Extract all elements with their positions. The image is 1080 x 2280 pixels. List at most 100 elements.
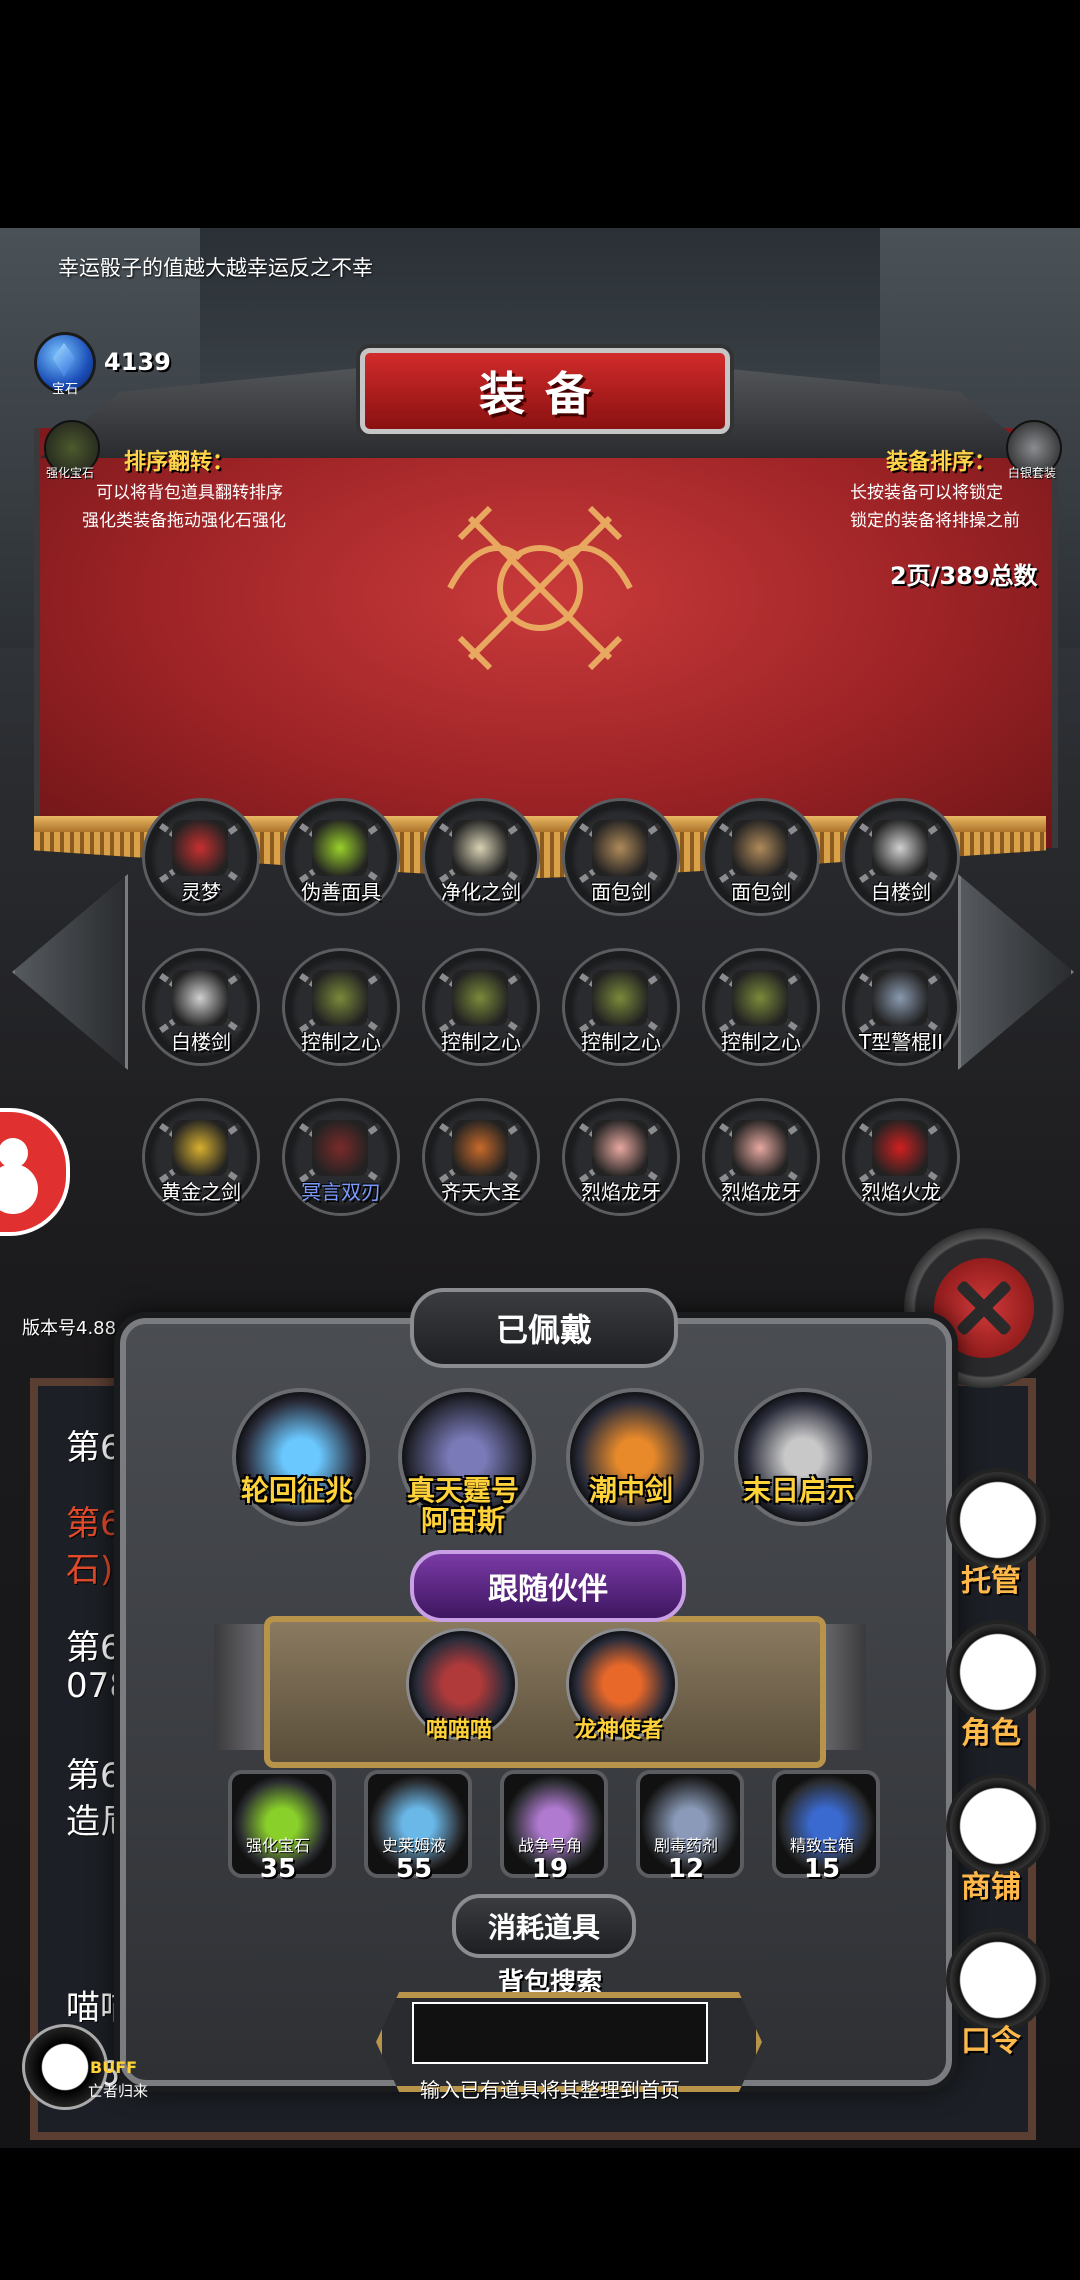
item-label: 齐天大圣 [441,1180,521,1204]
consumable-name: 史莱姆液 [381,1836,446,1855]
equipped-title: 已佩戴 [410,1288,678,1368]
item-icon [592,1120,648,1176]
inventory-slot[interactable]: 白楼剑 [142,948,260,1066]
side-button-label: 商铺 [961,1870,1021,1905]
item-icon [732,1120,788,1176]
inventory-slot[interactable]: 控制之心 [282,948,400,1066]
title-plate: 装备 [360,348,730,434]
item-label: 伪善面具 [301,880,381,904]
equipped-item-label: 末日启示 [742,1474,855,1507]
item-label: 面包剑 [591,880,651,904]
inventory-slot[interactable]: T型警棍II [842,948,960,1066]
consumable-count: 19 [531,1854,569,1884]
item-label: 白楼剑 [171,1030,231,1054]
item-label: 灵梦 [181,880,221,904]
item-label: 白楼剑 [871,880,931,904]
inventory-slot[interactable]: 面包剑 [702,798,820,916]
item-label: 黄金之剑 [161,1180,241,1204]
companion-board [264,1616,826,1768]
inventory-slot[interactable]: 灵梦 [142,798,260,916]
companion-title: 跟随伙伴 [410,1550,686,1622]
sort-flip-title[interactable]: 排序翻转： [124,444,234,476]
item-icon [172,1120,228,1176]
item-label: T型警棍II [858,1030,943,1054]
consumable-count: 12 [667,1854,705,1884]
inventory-slot[interactable]: 烈焰龙牙 [562,1098,680,1216]
item-icon [872,1120,928,1176]
consumable-name: 精致宝箱 [789,1836,854,1855]
next-page-arrow-icon[interactable] [958,874,1074,1070]
inventory-slot[interactable]: 控制之心 [422,948,540,1066]
side-button-label: 口令 [961,2024,1021,2059]
prev-page-arrow-icon[interactable] [12,874,128,1070]
item-icon [452,1120,508,1176]
user-profile-button[interactable] [0,1108,70,1236]
item-icon [172,970,228,1026]
sort-flip-desc-2: 强化类装备拖动强化石强化 [82,511,286,531]
game-screen: 幸运骰子的值越大越幸运反之不幸 4139 宝石 装备 强化宝石 排序翻转： 可以… [0,228,1080,2148]
gem-count: 4139 [104,348,171,376]
crossed-swords-emblem-icon [447,505,633,671]
item-icon [872,970,928,1026]
inventory-slot[interactable]: 齐天大圣 [422,1098,540,1216]
side-button-label: 角色 [961,1716,1021,1751]
inventory-slot[interactable]: 伪善面具 [282,798,400,916]
item-label: 控制之心 [581,1030,661,1054]
consumable-count: 35 [259,1854,297,1884]
log-line: 第6 [66,1756,122,1796]
item-icon [732,820,788,876]
inventory-slot[interactable]: 冥言双刃 [282,1098,400,1216]
inventory-slot[interactable]: 白楼剑 [842,798,960,916]
buff-label: BUFF [90,2058,138,2077]
item-label: 面包剑 [731,880,791,904]
item-icon [312,820,368,876]
tip-text: 幸运骰子的值越大越幸运反之不幸 [58,256,373,280]
inventory-slot[interactable]: 净化之剑 [422,798,540,916]
inventory-slot[interactable]: 烈焰龙牙 [702,1098,820,1216]
item-icon [592,820,648,876]
equip-sort-desc-1: 长按装备可以将锁定 [850,483,1003,503]
item-label: 控制之心 [721,1030,801,1054]
buff-sub-label: 亡者归来 [88,2082,149,2100]
item-label: 控制之心 [301,1030,381,1054]
silver-set-sort-label: 白银套装 [1008,466,1057,480]
consumable-count: 15 [803,1854,841,1884]
consumable-name: 战争号角 [517,1836,582,1855]
inventory-slot[interactable]: 烈焰火龙 [842,1098,960,1216]
equip-sort-title[interactable]: 装备排序： [886,444,996,476]
item-label: 控制之心 [441,1030,521,1054]
gem-label: 宝石 [52,382,79,397]
item-label: 烈焰龙牙 [581,1180,661,1204]
inventory-slot[interactable]: 黄金之剑 [142,1098,260,1216]
item-label: 烈焰龙牙 [721,1180,801,1204]
inventory-slot[interactable]: 控制之心 [562,948,680,1066]
search-hint: 输入已有道具将其整理到首页 [420,2078,680,2102]
page-count: 2页/389总数 [890,562,1038,590]
equipped-item-label: 真天霆号 阿宙斯 [406,1474,519,1537]
consumables-title: 消耗道具 [452,1894,636,1958]
item-icon [592,970,648,1026]
item-label: 冥言双刃 [301,1180,381,1204]
consumable-name: 强化宝石 [245,1836,310,1855]
search-input[interactable] [412,2002,708,2064]
consumable-name: 剧毒药剂 [653,1836,718,1855]
equipped-item-label: 轮回征兆 [240,1474,353,1507]
equipped-item-label: 潮中剑 [588,1474,673,1507]
item-icon [452,970,508,1026]
consumable-count: 55 [395,1854,433,1884]
log-line: 第6 [66,1428,122,1468]
inventory-slot[interactable]: 控制之心 [702,948,820,1066]
item-icon [172,820,228,876]
companion-label: 喵喵喵 [425,1718,492,1743]
panel-title: 装备 [479,367,611,421]
item-icon [872,820,928,876]
inventory-slot[interactable]: 面包剑 [562,798,680,916]
item-icon [312,1120,368,1176]
equip-sort-desc-2: 锁定的装备将排操之前 [850,511,1020,531]
item-icon [452,820,508,876]
item-icon [732,970,788,1026]
item-label: 烈焰火龙 [861,1180,941,1204]
sort-flip-desc-1: 可以将背包道具翻转排序 [96,483,283,503]
enhance-gem-sort-label: 强化宝石 [46,466,95,480]
item-label: 净化之剑 [441,880,521,904]
